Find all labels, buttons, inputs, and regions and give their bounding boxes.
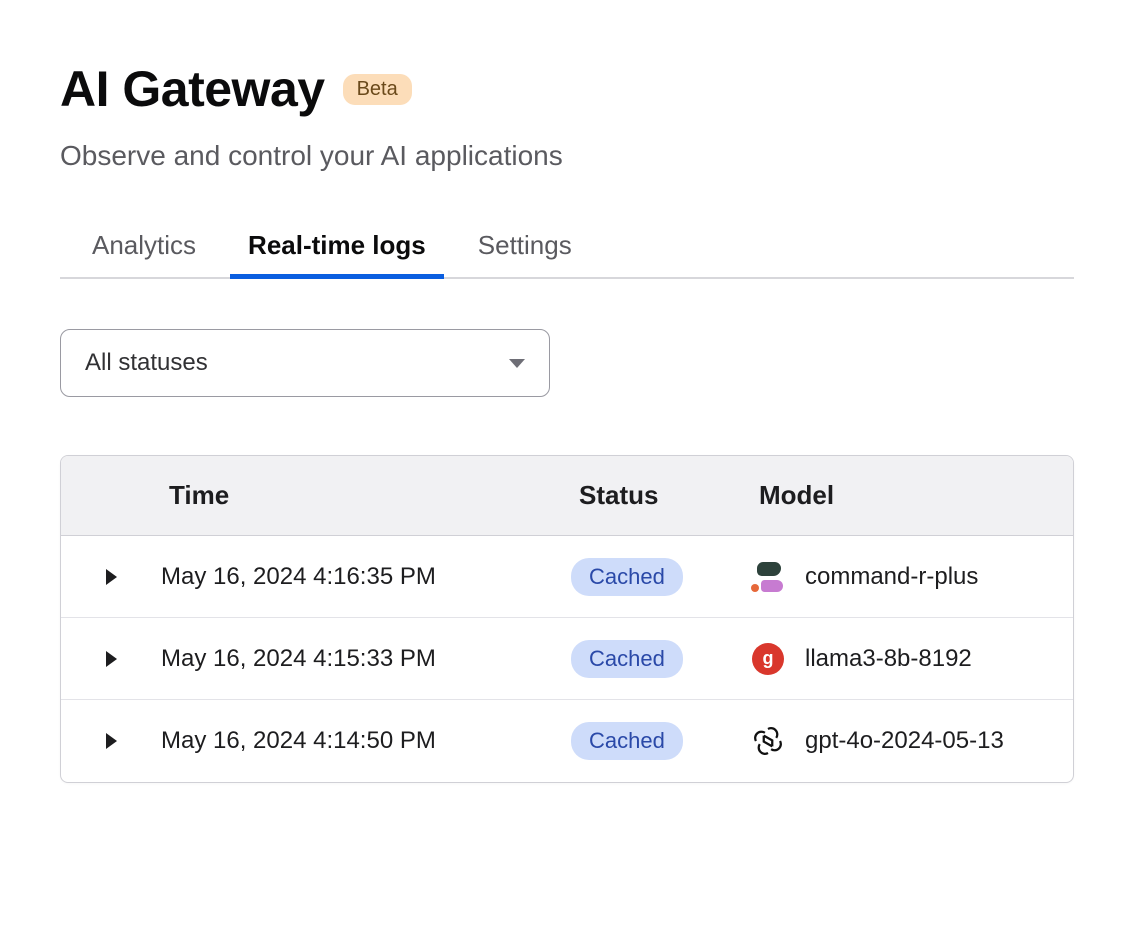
cell-time: May 16, 2024 4:14:50 PM — [161, 727, 571, 755]
model-name: llama3-8b-8192 — [805, 645, 972, 673]
openai-icon — [751, 724, 785, 758]
tabs: Analytics Real-time logs Settings — [60, 230, 1074, 279]
tab-realtime-logs[interactable]: Real-time logs — [248, 230, 426, 277]
cell-time: May 16, 2024 4:16:35 PM — [161, 563, 571, 591]
cell-time: May 16, 2024 4:15:33 PM — [161, 645, 571, 673]
status-badge: Cached — [571, 722, 683, 760]
expand-row-button[interactable] — [61, 651, 161, 667]
model-name: gpt-4o-2024-05-13 — [805, 727, 1004, 755]
caret-right-icon — [106, 733, 117, 749]
status-filter-value: All statuses — [85, 349, 208, 377]
chevron-down-icon — [509, 359, 525, 368]
table-row: May 16, 2024 4:15:33 PM Cached g llama3-… — [61, 618, 1073, 700]
cell-model: g llama3-8b-8192 — [751, 642, 1073, 676]
table-row: May 16, 2024 4:16:35 PM Cached command-r… — [61, 536, 1073, 618]
page-title: AI Gateway — [60, 60, 325, 118]
logs-table: Time Status Model May 16, 2024 4:16:35 P… — [60, 455, 1074, 783]
column-header-time: Time — [161, 480, 571, 511]
status-badge: Cached — [571, 640, 683, 678]
model-name: command-r-plus — [805, 563, 978, 591]
status-filter-select[interactable]: All statuses — [60, 329, 550, 397]
column-header-model: Model — [751, 480, 1073, 511]
expand-row-button[interactable] — [61, 569, 161, 585]
column-header-status: Status — [571, 480, 751, 511]
cell-model: gpt-4o-2024-05-13 — [751, 724, 1073, 758]
expand-row-button[interactable] — [61, 733, 161, 749]
status-badge: Cached — [571, 558, 683, 596]
caret-right-icon — [106, 651, 117, 667]
tab-settings[interactable]: Settings — [478, 230, 572, 277]
beta-badge: Beta — [343, 74, 412, 105]
cohere-icon — [751, 560, 785, 594]
groq-icon: g — [751, 642, 785, 676]
tab-analytics[interactable]: Analytics — [92, 230, 196, 277]
table-header: Time Status Model — [61, 456, 1073, 536]
cell-model: command-r-plus — [751, 560, 1073, 594]
caret-right-icon — [106, 569, 117, 585]
page-subtitle: Observe and control your AI applications — [60, 140, 1074, 172]
table-row: May 16, 2024 4:14:50 PM Cached gpt-4o-20… — [61, 700, 1073, 782]
